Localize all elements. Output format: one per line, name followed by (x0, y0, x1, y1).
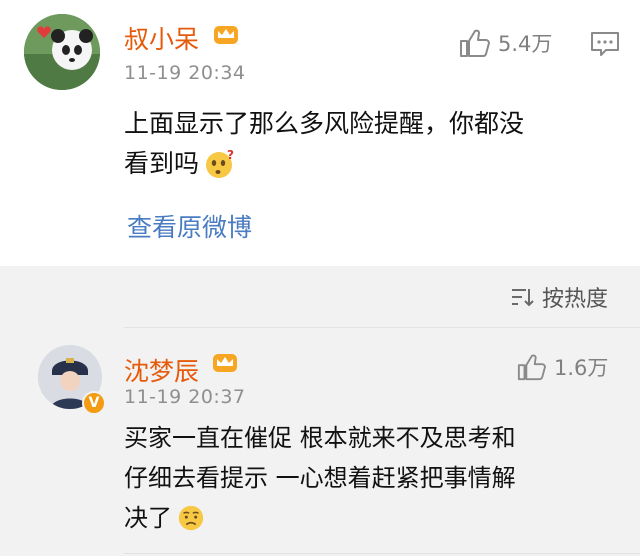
comment-text-line-3: 决了 (124, 498, 624, 538)
sad-emoji-icon (178, 505, 204, 531)
sort-icon (512, 289, 534, 307)
comment-like-button[interactable]: 1.6万 (516, 352, 608, 382)
comment-icon[interactable] (590, 30, 620, 62)
panda-avatar-image (24, 14, 100, 90)
post-like-count: 5.4万 (498, 32, 553, 56)
divider (124, 327, 640, 328)
post-text-line: 看到吗 (124, 149, 200, 178)
svg-text:?: ? (227, 148, 234, 162)
view-original-link[interactable]: 查看原微博 (127, 208, 252, 244)
post-like-button[interactable]: 5.4万 (458, 28, 552, 58)
sort-label: 按热度 (542, 287, 609, 312)
crown-badge-icon (212, 22, 240, 46)
comment-text-line: 仔细去看提示 一心想着赶紧把事情解 (124, 464, 516, 492)
comment-text-line: 买家一直在催促 根本就来不及思考和 (124, 424, 516, 452)
comment-like-count: 1.6万 (554, 356, 609, 380)
sort-by-popularity-button[interactable]: 按热度 (510, 281, 608, 313)
comment-author-name[interactable]: 沈梦辰 (124, 352, 199, 388)
post-avatar[interactable] (24, 14, 100, 90)
thumbs-up-icon (460, 29, 490, 57)
post-text-line-2: 看到吗 ? (124, 144, 624, 184)
post-author-name[interactable]: 叔小呆 (124, 20, 199, 56)
post-text: 上面显示了那么多风险提醒，你都没 看到吗 ? (124, 104, 624, 184)
thinking-emoji-icon: ? (206, 148, 234, 178)
verified-badge-icon: V (82, 391, 106, 415)
thumbs-up-icon (517, 354, 546, 381)
post-timestamp: 11-19 20:34 (124, 62, 246, 84)
comment-text: 买家一直在催促 根本就来不及思考和 仔细去看提示 一心想着赶紧把事情解 决了 (124, 418, 624, 538)
divider (124, 553, 640, 554)
comment-timestamp: 11-19 20:37 (124, 386, 246, 408)
comment-text-line: 决了 (124, 504, 172, 532)
post-text-line: 上面显示了那么多风险提醒，你都没 (124, 109, 525, 138)
crown-badge-icon (211, 350, 239, 374)
